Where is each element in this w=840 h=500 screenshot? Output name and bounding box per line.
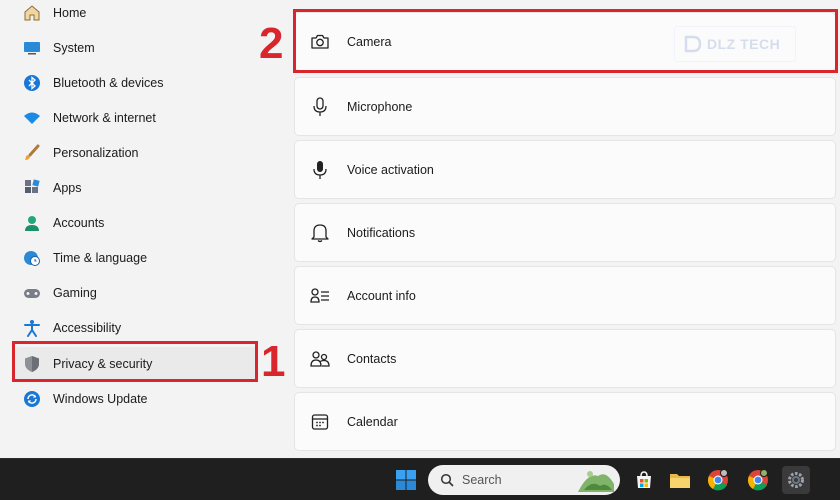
sidebar-item-label: Time & language (53, 251, 148, 265)
sidebar-item-label: Bluetooth & devices (53, 76, 164, 90)
sidebar-item-apps[interactable]: Apps (14, 171, 258, 205)
bell-icon (309, 222, 331, 244)
contacts-icon (309, 348, 331, 370)
gamepad-icon (22, 283, 42, 303)
sidebar-item-label: Network & internet (53, 111, 156, 125)
card-label: Contacts (347, 351, 397, 366)
settings-sidebar: Home System Bluetooth & devices Network … (0, 0, 270, 458)
settings-taskbar-button[interactable] (782, 466, 810, 494)
windows-logo-icon (396, 470, 416, 490)
taskbar: Search (0, 458, 840, 500)
bluetooth-icon (22, 73, 42, 93)
sidebar-item-time-language[interactable]: Time & language (14, 241, 258, 275)
annotation-number-step2: 2 (259, 19, 284, 68)
card-label: Voice activation (347, 162, 434, 177)
card-contacts[interactable]: Contacts (294, 329, 836, 388)
sidebar-item-home[interactable]: Home (14, 0, 258, 30)
sidebar-item-label: Accounts (53, 216, 105, 230)
card-label: Microphone (347, 99, 413, 114)
sidebar-item-label: Gaming (53, 286, 97, 300)
sidebar-item-label: Accessibility (53, 321, 122, 335)
file-explorer-button[interactable] (666, 466, 694, 494)
apps-icon (22, 178, 42, 198)
person-icon (22, 213, 42, 233)
wifi-icon (22, 108, 42, 128)
card-label: Account info (347, 288, 416, 303)
voice-icon (309, 159, 331, 181)
accessibility-icon (22, 318, 42, 338)
card-account-info[interactable]: Account info (294, 266, 836, 325)
sidebar-item-bluetooth[interactable]: Bluetooth & devices (14, 66, 258, 100)
search-placeholder: Search (462, 473, 502, 487)
search-highlight-image (576, 466, 616, 494)
sidebar-item-windows-update[interactable]: Windows Update (14, 382, 258, 416)
sidebar-item-label: Apps (53, 181, 82, 195)
chrome-icon (708, 469, 728, 491)
annotation-box-step1 (12, 341, 258, 382)
store-icon (637, 471, 651, 488)
card-microphone[interactable]: Microphone (294, 77, 836, 136)
sidebar-item-accessibility[interactable]: Accessibility (14, 311, 258, 345)
sidebar-item-personalization[interactable]: Personalization (14, 136, 258, 170)
microphone-icon (309, 96, 331, 118)
home-icon (22, 3, 42, 23)
chrome-button-2[interactable] (744, 466, 772, 494)
card-notifications[interactable]: Notifications (294, 203, 836, 262)
clock-globe-icon (22, 248, 42, 268)
calendar-icon (309, 411, 331, 433)
chrome-button-1[interactable] (704, 466, 732, 494)
microsoft-store-button[interactable] (630, 466, 658, 494)
sidebar-item-gaming[interactable]: Gaming (14, 276, 258, 310)
taskbar-search-box[interactable]: Search (428, 465, 620, 495)
start-button[interactable] (392, 466, 420, 494)
sidebar-item-system[interactable]: System (14, 31, 258, 65)
sidebar-item-network[interactable]: Network & internet (14, 101, 258, 135)
search-icon (440, 473, 454, 487)
sidebar-item-label: System (53, 41, 95, 55)
annotation-number-step1: 1 (261, 337, 286, 386)
chrome-icon (748, 469, 768, 491)
brush-icon (22, 143, 42, 163)
sidebar-item-accounts[interactable]: Accounts (14, 206, 258, 240)
sidebar-item-label: Windows Update (53, 392, 148, 406)
card-voice-activation[interactable]: Voice activation (294, 140, 836, 199)
folder-icon (670, 474, 690, 488)
card-calendar[interactable]: Calendar (294, 392, 836, 451)
system-icon (22, 38, 42, 58)
account-info-icon (309, 285, 331, 307)
annotation-box-step2 (293, 9, 838, 73)
gear-icon (788, 472, 804, 488)
sidebar-item-label: Personalization (53, 146, 139, 160)
update-icon (22, 389, 42, 409)
sidebar-item-label: Home (53, 6, 87, 20)
card-label: Notifications (347, 225, 416, 240)
card-label: Calendar (347, 414, 398, 429)
